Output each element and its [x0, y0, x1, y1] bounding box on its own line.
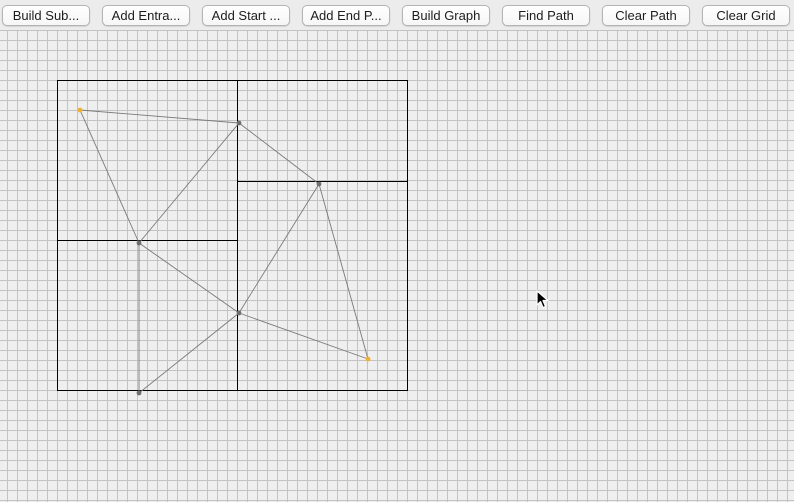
start-point-node [77, 107, 83, 113]
find-path-button[interactable]: Find Path [502, 5, 590, 26]
entrance-node [136, 240, 142, 246]
entrance-node [136, 390, 142, 396]
subgrid-outer-border [57, 80, 408, 391]
toolbar: Build Sub... Add Entra... Add Start ... … [0, 0, 794, 30]
add-start-point-button[interactable]: Add Start ... [202, 5, 290, 26]
clear-path-button[interactable]: Clear Path [602, 5, 690, 26]
end-point-node [365, 356, 371, 362]
graph-edge [238, 183, 320, 314]
graph-edge [79, 109, 140, 244]
entrance-node [236, 120, 242, 126]
graph-edge [138, 312, 240, 394]
clear-grid-button[interactable]: Clear Grid [702, 5, 790, 26]
graph-edge [238, 122, 320, 185]
graph-edges [79, 109, 369, 394]
entrance-node [316, 181, 322, 187]
entrance-node [236, 310, 242, 316]
add-end-point-button[interactable]: Add End P... [302, 5, 390, 26]
graph-edge [318, 183, 369, 360]
graph-edge [238, 312, 369, 360]
graph-edge [138, 122, 240, 244]
mouse-pointer-icon [536, 290, 549, 309]
graph-edge [138, 242, 240, 314]
build-subgrid-button[interactable]: Build Sub... [2, 5, 90, 26]
grid-canvas[interactable] [0, 30, 794, 502]
graph-nodes [77, 107, 371, 396]
add-entrances-button[interactable]: Add Entra... [102, 5, 190, 26]
build-graph-button[interactable]: Build Graph [402, 5, 490, 26]
abstract-graph-overlay [57, 80, 408, 396]
cluster-borders [57, 80, 408, 391]
graph-edge [79, 109, 240, 124]
